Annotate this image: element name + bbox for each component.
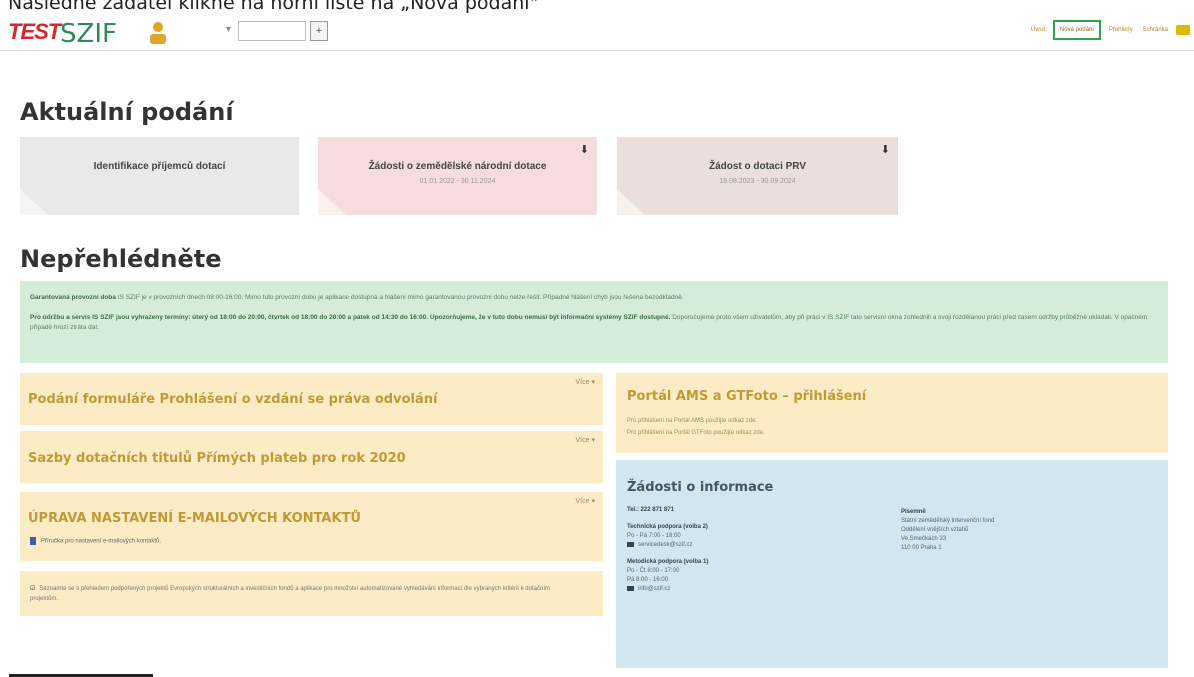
select-arrow: ▾ (226, 24, 232, 35)
news-title: ÚPRAVA NASTAVENÍ E-MAILOVÝCH KONTAKTŮ (28, 511, 361, 526)
address-line: Ve Smečkách 33 (901, 536, 947, 542)
method-email[interactable]: info@szif.cz (627, 585, 708, 594)
info-title: Žádosti o informace (627, 480, 774, 495)
szif-logo[interactable]: SZIF (60, 19, 117, 49)
email-guide-link[interactable]: Příručka pro nastavení e-mailových konta… (30, 537, 161, 545)
portal-ams-link[interactable]: Pro přihlášení na Portál AMS použijte od… (627, 418, 757, 424)
notice-paragraph-2: Pro údržbu a servis IS SZIF jsou vyhraze… (30, 314, 1148, 331)
news-box-email[interactable]: Více ▾ ÚPRAVA NASTAVENÍ E-MAILOVÝCH KONT… (20, 492, 603, 561)
projects-box: ☑ Seznamte se s přehledem podpořených pro… (20, 571, 603, 616)
nav-uvod[interactable]: Úvod (1029, 23, 1047, 37)
news-box-odvolani[interactable]: Více ▾ Podání formuláře Prohlášení o vzd… (20, 373, 603, 425)
tile-identifikace[interactable]: Identifikace příjemců dotací (20, 137, 299, 215)
method-support-label: Metodická podpora (volba 1) (627, 559, 709, 565)
select-add-button[interactable]: + (310, 21, 328, 41)
mail-icon (627, 585, 634, 591)
tile-narodni-dotace[interactable]: ⬇ Žádosti o zemědělské národní dotace 01… (318, 137, 597, 215)
method-hours-1: Po - Čt 8:00 - 17:00 (627, 568, 680, 574)
test-badge: TEST (8, 19, 61, 44)
tile-title: Žádost o dotaci PRV (708, 161, 807, 172)
notice-paragraph-1: Garantovaná provozní doba IS SZIF je v p… (30, 294, 684, 301)
news-box-sazby[interactable]: Více ▾ Sazby dotačních titulů Přímých pl… (20, 431, 603, 483)
top-nav: Úvod Nová podání Přehledy Schránka (1029, 20, 1190, 40)
instruction-text: Následně zadatel klikne na horní liště n… (8, 0, 539, 14)
tile-dotace-prv[interactable]: ⬇ Žádost o dotaci PRV 18.08.2023 - 30.09… (617, 137, 898, 215)
tile-dates: 01.01.2022 - 30.11.2024 (419, 178, 496, 185)
notice-heading: Nepřehlédněte (20, 245, 222, 273)
tile-corner (617, 189, 645, 215)
method-hours-2: Pá 8:00 - 16:00 (627, 577, 669, 583)
document-icon (30, 537, 36, 545)
news-title: Sazby dotačních titulů Přímých plateb pr… (28, 451, 406, 466)
tech-hours: Po - Pá 7:00 - 18:00 (627, 533, 681, 539)
nav-prehledy[interactable]: Přehledy (1107, 23, 1135, 37)
tile-corner (20, 189, 48, 215)
current-submissions-heading: Aktuální podání (20, 98, 234, 126)
header-divider (0, 50, 1194, 51)
info-phone[interactable]: Tel.: 222 871 871 (627, 507, 674, 513)
info-box: Žádosti o informace Tel.: 222 871 871 Te… (616, 460, 1168, 668)
download-icon[interactable]: ⬇ (580, 143, 589, 156)
more-toggle[interactable]: Více ▾ (576, 497, 595, 505)
info-address: Písemně Státní zemědělský intervenční fo… (901, 508, 994, 553)
portal-box: Portál AMS a GTFoto – přihlášení Pro při… (616, 373, 1168, 453)
tile-corner (318, 189, 346, 215)
download-icon[interactable]: ⬇ (881, 143, 890, 156)
envelope-icon[interactable] (1176, 25, 1190, 35)
subject-select[interactable] (238, 21, 306, 41)
news-title: Podání formuláře Prohlášení o vzdání se … (28, 392, 438, 407)
tile-title: Identifikace příjemců dotací (93, 161, 226, 172)
address-label: Písemně (901, 509, 926, 515)
tech-email[interactable]: servicedesk@szif.cz (627, 541, 708, 550)
tile-dates: 18.08.2023 - 30.09.2024 (719, 178, 796, 185)
user-icon[interactable] (148, 21, 168, 45)
nav-schranka[interactable]: Schránka (1141, 23, 1170, 37)
mail-icon (627, 541, 634, 547)
portal-gtfoto-link[interactable]: Pro přihlášení na Portál GTFoto použijte… (627, 430, 765, 436)
nav-nova-podani[interactable]: Nová podání (1052, 20, 1101, 40)
notice-panel: Garantovaná provozní doba IS SZIF je v p… (20, 281, 1168, 363)
address-line: 110 00 Praha 1 (901, 545, 942, 551)
portal-title: Portál AMS a GTFoto – přihlášení (627, 389, 867, 404)
external-link-icon: ☑ (30, 586, 36, 592)
projects-text[interactable]: ☑ Seznamte se s přehledem podpořených pro… (30, 584, 550, 604)
more-toggle[interactable]: Více ▾ (576, 436, 595, 444)
address-line: Oddělení vnějších vztahů (901, 527, 969, 533)
more-toggle[interactable]: Více ▾ (576, 378, 595, 386)
tile-title: Žádosti o zemědělské národní dotace (368, 161, 547, 172)
info-contacts: Tel.: 222 871 871 Technická podpora (vol… (627, 506, 708, 594)
address-line: Státní zemědělský intervenční fond (901, 518, 995, 524)
tech-support-label: Technická podpora (volba 2) (627, 524, 708, 530)
